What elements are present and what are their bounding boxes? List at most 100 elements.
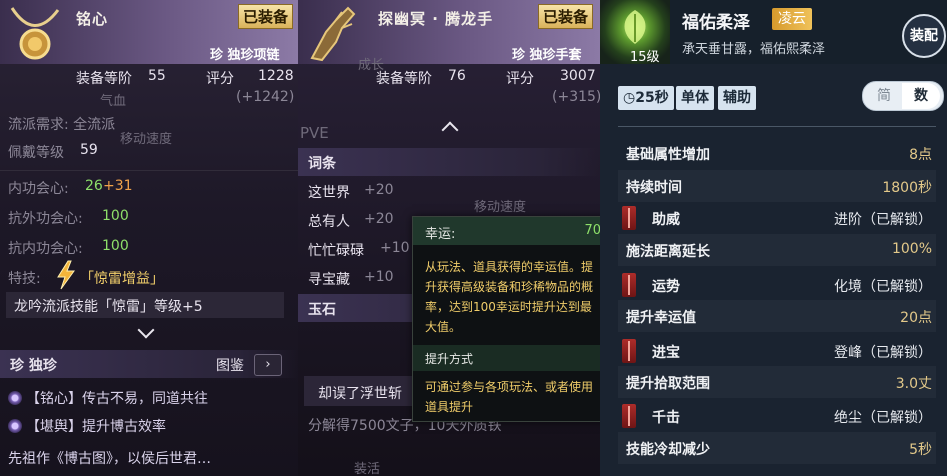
unlock-row: 助威 进阶（已解锁） [618, 202, 936, 234]
item-name: 探幽冥 · 腾龙手 [378, 10, 494, 28]
score-value: 3007 [560, 68, 596, 84]
stat-value: 100% [891, 241, 932, 257]
equip-button[interactable]: 装配 [902, 14, 946, 58]
unlock-marker-icon [622, 206, 636, 230]
stat-name: 技能冷却减少 [626, 442, 710, 458]
affix-value: +20 [364, 211, 394, 227]
rarity-type: 珍 独珍手套 [512, 48, 582, 63]
stat-bonus: +31 [103, 178, 133, 194]
lore-item: 【堪舆】提升博古效率 [8, 416, 166, 436]
leaf-icon [624, 10, 646, 44]
stat-value: 100 [102, 208, 129, 224]
gloves-icon [310, 6, 356, 62]
equip-level-label: 装备等阶 [376, 71, 432, 87]
luck-tooltip: 幸运: 70 从玩法、道具获得的幸运值。提升获得高级装备和珍稀物品的概率，达到1… [412, 216, 614, 422]
equipped-badge: 已装备 [538, 4, 594, 29]
role-tag: 辅助 [718, 86, 756, 110]
stat-name: 持续时间 [626, 180, 682, 196]
tooltip-description: 从玩法、道具获得的幸运值。提升获得高级装备和珍稀物品的概率，达到100幸运时提升… [425, 260, 594, 334]
lore-item: 【铭心】传古不易，同道共往 [8, 388, 208, 408]
unlock-status: 化境（已解锁） [834, 279, 932, 295]
item-name: 铭心 [76, 10, 109, 28]
stat-name: 助威 [652, 212, 680, 228]
lore-item-text: 【堪舆】提升博古效率 [26, 419, 166, 435]
score-label: 评分 [206, 71, 234, 87]
skill-label: 特技: [8, 271, 41, 287]
skill-description: 龙吟流派技能「惊雷」等级+5 [14, 299, 203, 315]
stat-value: 100 [102, 238, 129, 254]
stat-label: 抗外功会心: [8, 211, 83, 227]
stat-row: 持续时间 1800秒 [618, 170, 936, 202]
cooldown-value: 25秒 [635, 90, 669, 106]
toggle-numeric[interactable]: 数 [902, 83, 940, 109]
stat-row: 提升拾取范围 3.0丈 [618, 366, 936, 398]
cooldown-tag: ◷25秒 [618, 86, 674, 110]
stat-label: 抗内功会心: [8, 241, 83, 257]
unlock-marker-icon [622, 404, 636, 428]
lore-item-text: 【铭心】传古不易，同道共往 [26, 391, 208, 407]
stat-value: 20点 [900, 310, 932, 326]
affix-title: 词条 [308, 156, 336, 172]
stat-value: 1800秒 [882, 180, 932, 196]
stat-name: 千击 [652, 410, 680, 426]
faded-text: 移动速度 [474, 200, 527, 215]
toggle-simple[interactable]: 简 [866, 85, 902, 107]
divider [618, 126, 936, 127]
wear-level-value: 59 [80, 142, 98, 158]
stat-row: 提升幸运值 20点 [618, 300, 936, 332]
skill-level: 15级 [630, 50, 660, 65]
stat-row: 基础属性增加 8点 [618, 137, 936, 169]
chevron-up-icon[interactable] [441, 121, 459, 139]
unlock-status: 绝尘（已解锁） [834, 410, 932, 426]
stat-name: 运势 [652, 279, 680, 295]
stat-name: 基础属性增加 [626, 147, 710, 163]
story-text: 却误了浮世斩 [318, 386, 402, 402]
section-title: 珍 独珍 [10, 358, 57, 374]
skill-name: 福佑柔泽 [682, 13, 750, 33]
gem-icon [8, 419, 22, 433]
affix-label: 忙忙碌碌 [308, 243, 364, 259]
jade-title: 玉石 [308, 302, 336, 318]
affix-label: 寻宝藏 [308, 272, 350, 288]
school-requirement: 流派需求: 全流派 [8, 117, 116, 133]
stat-name: 进宝 [652, 345, 680, 361]
score-label: 评分 [506, 71, 534, 87]
unlock-row: 千击 绝尘（已解锁） [618, 400, 936, 432]
stat-value: 26 [85, 178, 103, 194]
stat-name: 施法距离延长 [626, 244, 710, 260]
item-panel-necklace: 铭心 已装备 珍 独珍项链 装备等阶 55 评分 1228 (+1242) 气血… [0, 0, 298, 476]
tooltip-subdescription: 可通过参与各项玩法、或者使用道具提升 [425, 380, 594, 414]
target-tag: 单体 [676, 86, 714, 110]
unlock-row: 进宝 登峰（已解锁） [618, 335, 936, 367]
affix-label: 这世界 [308, 185, 350, 201]
lightning-icon [57, 260, 75, 290]
faded-text: PVE [300, 124, 329, 142]
affix-label: 总有人 [308, 214, 350, 230]
necklace-icon [10, 7, 60, 60]
stat-label: 内功会心: [8, 181, 69, 197]
clock-icon: ◷ [623, 90, 636, 106]
score-delta: (+1242) [236, 89, 295, 105]
stat-row: 施法距离延长 100% [618, 234, 936, 266]
guide-link[interactable]: 图鉴 [216, 355, 244, 375]
faded-text: 装活 [354, 462, 381, 476]
tooltip-subtitle: 提升方式 [425, 352, 474, 366]
unlock-row: 运势 化境（已解锁） [618, 269, 936, 301]
faded-text: 成长 [358, 58, 385, 73]
tooltip-value: 70 [584, 223, 601, 238]
guide-arrow-button[interactable]: › [254, 354, 282, 376]
stat-name: 提升幸运值 [626, 310, 696, 326]
equip-level-label: 装备等阶 [76, 71, 132, 87]
equip-level-value: 55 [148, 68, 166, 84]
stat-name: 提升拾取范围 [626, 376, 710, 392]
divider [0, 170, 298, 171]
score-value: 1228 [258, 68, 294, 84]
lore-text: 先祖作《博古图》，以侯后世君… [8, 451, 211, 467]
affix-section-header [298, 148, 600, 176]
chevron-down-icon[interactable] [137, 321, 155, 339]
stat-value: 5秒 [909, 442, 932, 458]
score-delta: (+315) [552, 89, 600, 105]
faded-hp-text: 气血 [100, 94, 127, 109]
grade-badge: 凌云 [772, 8, 812, 30]
rarity-type: 珍 独珍项链 [210, 48, 280, 63]
